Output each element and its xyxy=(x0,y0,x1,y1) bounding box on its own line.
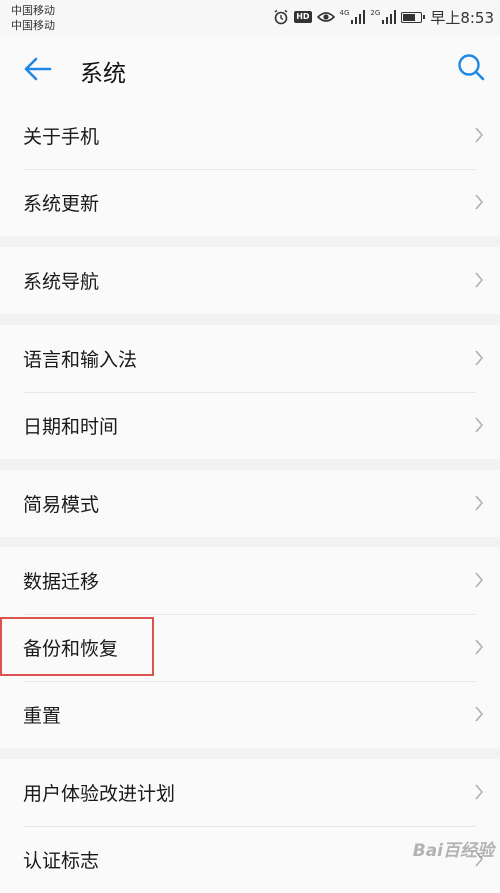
back-button[interactable] xyxy=(22,55,54,83)
back-arrow-icon xyxy=(24,57,52,81)
chevron-right-icon xyxy=(475,784,484,800)
chevron-right-icon xyxy=(475,127,484,143)
settings-item-label: 系统更新 xyxy=(23,193,100,215)
search-button[interactable] xyxy=(456,52,486,82)
settings-item-backup-restore[interactable]: 备份和恢复 xyxy=(0,614,500,681)
chevron-right-icon xyxy=(475,272,484,288)
settings-item-reset[interactable]: 重置 xyxy=(0,681,500,748)
settings-item-label: 语言和输入法 xyxy=(23,349,138,371)
settings-group-experience: 用户体验改进计划 认证标志 xyxy=(0,759,500,893)
carrier-label-2: 中国移动 xyxy=(11,19,55,32)
network-type-2: 2G xyxy=(370,8,381,17)
settings-item-simple-mode[interactable]: 简易模式 xyxy=(0,470,500,537)
chevron-right-icon xyxy=(475,639,484,655)
settings-item-about-phone[interactable]: 关于手机 xyxy=(0,102,500,169)
settings-item-label: 系统导航 xyxy=(23,271,100,293)
settings-item-data-migration[interactable]: 数据迁移 xyxy=(0,547,500,614)
settings-item-label: 认证标志 xyxy=(23,850,100,872)
settings-item-label: 简易模式 xyxy=(23,494,100,516)
settings-item-system-navigation[interactable]: 系统导航 xyxy=(0,247,500,314)
settings-item-label: 备份和恢复 xyxy=(23,638,119,660)
battery-level xyxy=(403,13,416,21)
settings-item-label: 日期和时间 xyxy=(23,416,119,438)
page-title: 系统 xyxy=(80,61,126,87)
search-icon xyxy=(458,54,485,81)
settings-item-system-update[interactable]: 系统更新 xyxy=(0,169,500,236)
alarm-icon xyxy=(274,9,288,25)
chevron-right-icon xyxy=(475,495,484,511)
settings-item-language-input[interactable]: 语言和输入法 xyxy=(0,325,500,392)
status-time: 早上8:53 xyxy=(430,8,494,27)
signal-icon-2 xyxy=(382,10,397,24)
settings-group-about: 关于手机 系统更新 xyxy=(0,102,500,236)
chevron-right-icon xyxy=(475,350,484,366)
network-type-1: 4G xyxy=(339,8,350,17)
settings-item-label: 关于手机 xyxy=(23,126,100,148)
chevron-right-icon xyxy=(475,417,484,433)
settings-item-label: 重置 xyxy=(23,705,62,727)
battery-icon xyxy=(401,11,426,23)
settings-item-user-experience[interactable]: 用户体验改进计划 xyxy=(0,759,500,826)
settings-item-label: 数据迁移 xyxy=(23,571,100,593)
status-icons: HD 4G 2G 早上8:53 xyxy=(273,6,494,28)
chevron-right-icon xyxy=(475,572,484,588)
settings-item-label: 用户体验改进计划 xyxy=(23,783,176,805)
chevron-right-icon xyxy=(475,194,484,210)
carrier-label-1: 中国移动 xyxy=(11,4,55,17)
settings-group-navigation: 系统导航 xyxy=(0,247,500,314)
settings-group-simple-mode: 简易模式 xyxy=(0,470,500,537)
eye-icon xyxy=(316,12,335,22)
settings-group-language-time: 语言和输入法 日期和时间 xyxy=(0,325,500,459)
app-bar: 系统 xyxy=(0,36,500,102)
signal-icon xyxy=(351,10,366,24)
settings-group-data: 数据迁移 备份和恢复 重置 xyxy=(0,547,500,748)
watermark: Bai百经验 xyxy=(412,841,494,861)
status-bar: 中国移动 中国移动 HD 4G 2G 早上8:53 xyxy=(0,0,500,36)
chevron-right-icon xyxy=(475,706,484,722)
hd-badge: HD xyxy=(294,11,312,23)
settings-item-date-time[interactable]: 日期和时间 xyxy=(0,392,500,459)
